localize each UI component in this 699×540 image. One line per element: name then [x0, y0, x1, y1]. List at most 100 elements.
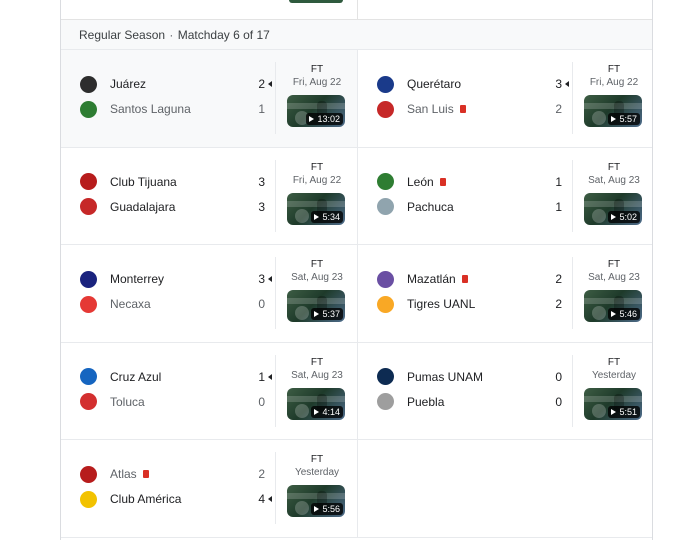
highlights-video-thumbnail[interactable]: 5:46	[584, 290, 642, 322]
away-team-name: Guadalajara	[110, 199, 176, 214]
match-row: Club Tijuana 3 Guadalajara 3 FT Fri, Aug 22 5:…	[61, 147, 652, 245]
play-icon	[611, 116, 617, 122]
video-duration-badge: 5:37	[311, 308, 343, 320]
column-divider	[357, 0, 358, 20]
away-score: 0	[258, 394, 265, 409]
away-team: Tigres UANL	[377, 294, 475, 314]
away-team: Necaxa	[80, 294, 151, 314]
full-time-label: FT	[310, 356, 324, 368]
home-team: Juárez	[80, 74, 146, 94]
match-card[interactable]: Juárez 2 Santos Laguna 1 FT Fri, Aug 22 13:02	[61, 50, 357, 147]
match-card[interactable]: León 1 Pachuca 1 FT Sat, Aug 23 5:02	[357, 147, 652, 244]
full-time-label: FT	[310, 64, 324, 75]
play-icon	[314, 311, 320, 317]
play-icon	[314, 506, 320, 512]
full-time-label: FT	[310, 454, 324, 465]
match-card[interactable]: Querétaro 3 San Luis 2 FT Fri, Aug 22 5:57	[357, 50, 652, 147]
away-score: 1	[555, 199, 562, 214]
match-date: Sat, Aug 23	[588, 174, 640, 186]
status-divider	[572, 62, 573, 134]
away-score: 0	[555, 394, 562, 409]
previous-video-thumbnail-edge[interactable]	[289, 0, 343, 3]
home-team-name: Querétaro	[407, 77, 462, 91]
status-divider	[275, 257, 276, 329]
match-card[interactable]: Club Tijuana 3 Guadalajara 3 FT Fri, Aug 22 5:…	[61, 148, 357, 245]
away-team: Pachuca	[377, 197, 454, 217]
winner-arrow-icon	[565, 81, 569, 87]
matchday-label: Matchday 6 of 17	[177, 28, 270, 42]
highlights-video-thumbnail[interactable]: 13:02	[287, 95, 345, 127]
thumbnail-image-detail	[287, 200, 345, 207]
away-team: Puebla	[377, 392, 444, 412]
match-card[interactable]: Cruz Azul 1 Toluca 0 FT Sat, Aug 23 4:14	[61, 343, 357, 440]
header-separator: ·	[169, 28, 174, 42]
video-duration: 5:34	[322, 211, 340, 222]
highlights-video-thumbnail[interactable]: 4:14	[287, 387, 345, 420]
queretaro-crest-icon	[377, 75, 394, 93]
home-team-name: Monterrey	[110, 272, 165, 286]
red-card-icon	[459, 105, 466, 113]
match-row: Monterrey 3 Necaxa 0 FT Sat, Aug 23 5:37 Mazatl…	[61, 245, 652, 343]
home-score: 2	[258, 467, 265, 481]
thumbnail-image-detail	[584, 298, 642, 304]
match-card[interactable]: Pumas UNAM 0 Puebla 0 FT Yesterday 5:51	[357, 342, 652, 439]
away-score: 2	[555, 297, 562, 311]
video-duration-badge: 5:34	[311, 210, 343, 223]
play-icon	[314, 213, 320, 220]
status-divider	[275, 159, 276, 232]
full-time-label: FT	[607, 64, 621, 75]
club-tijuana-crest-icon	[80, 173, 97, 190]
thumbnail-image-detail	[287, 298, 345, 304]
away-team-name: Necaxa	[110, 297, 151, 311]
san-luis-crest-icon	[377, 100, 394, 118]
home-team: Monterrey	[80, 269, 164, 289]
home-score: 0	[555, 369, 562, 384]
highlights-video-thumbnail[interactable]: 5:34	[287, 192, 345, 225]
thumbnail-image-detail	[287, 103, 345, 109]
away-score: 1	[258, 102, 265, 116]
winner-arrow-icon	[268, 81, 272, 87]
away-team: Guadalajara	[80, 197, 175, 217]
status-divider	[275, 452, 276, 524]
match-card[interactable]: Atlas 2 Club América 4 FT Yesterday 5:56	[61, 440, 357, 537]
home-team: Cruz Azul	[80, 367, 161, 387]
play-icon	[314, 408, 320, 415]
cruz-azul-crest-icon	[80, 368, 97, 385]
full-time-label: FT	[607, 356, 621, 368]
atlas-crest-icon	[80, 465, 97, 483]
highlights-video-thumbnail[interactable]: 5:51	[584, 387, 642, 420]
full-time-label: FT	[607, 161, 621, 173]
video-duration-badge: 5:02	[608, 210, 640, 223]
highlights-video-thumbnail[interactable]: 5:02	[584, 192, 642, 225]
match-card[interactable]: Monterrey 3 Necaxa 0 FT Sat, Aug 23 5:37	[61, 245, 357, 342]
status-divider	[572, 257, 573, 329]
match-date: Sat, Aug 23	[588, 272, 640, 283]
match-date: Fri, Aug 22	[589, 77, 639, 88]
thumbnail-image-detail	[584, 395, 642, 402]
highlights-video-thumbnail[interactable]: 5:37	[287, 290, 345, 322]
pumas-unam-crest-icon	[377, 368, 394, 385]
match-card[interactable]: Mazatlán 2 Tigres UANL 2 FT Sat, Aug 23 5:46	[357, 245, 652, 342]
video-duration: 5:02	[619, 211, 637, 222]
home-team-name: Atlas	[110, 467, 137, 481]
highlights-video-thumbnail[interactable]: 5:57	[584, 95, 642, 127]
match-date: Yesterday	[591, 369, 637, 381]
away-score: 3	[258, 199, 265, 214]
thumbnail-image-detail	[592, 306, 606, 320]
leon-crest-icon	[377, 173, 394, 190]
guadalajara-crest-icon	[80, 198, 97, 215]
status-divider	[572, 354, 573, 427]
home-score: 2	[258, 77, 265, 91]
highlights-video-thumbnail[interactable]: 5:56	[287, 485, 345, 517]
home-score: 3	[258, 272, 265, 286]
home-score: 2	[555, 272, 562, 286]
home-team-name: Mazatlán	[407, 272, 456, 286]
play-icon	[309, 116, 315, 122]
match-date: Yesterday	[294, 467, 340, 478]
away-score: 2	[555, 102, 562, 116]
thumbnail-image-detail	[287, 395, 345, 402]
home-team: León	[377, 172, 446, 192]
winner-arrow-icon	[268, 276, 272, 282]
home-team: Mazatlán	[377, 269, 468, 289]
home-team-name: Pumas UNAM	[407, 369, 484, 384]
